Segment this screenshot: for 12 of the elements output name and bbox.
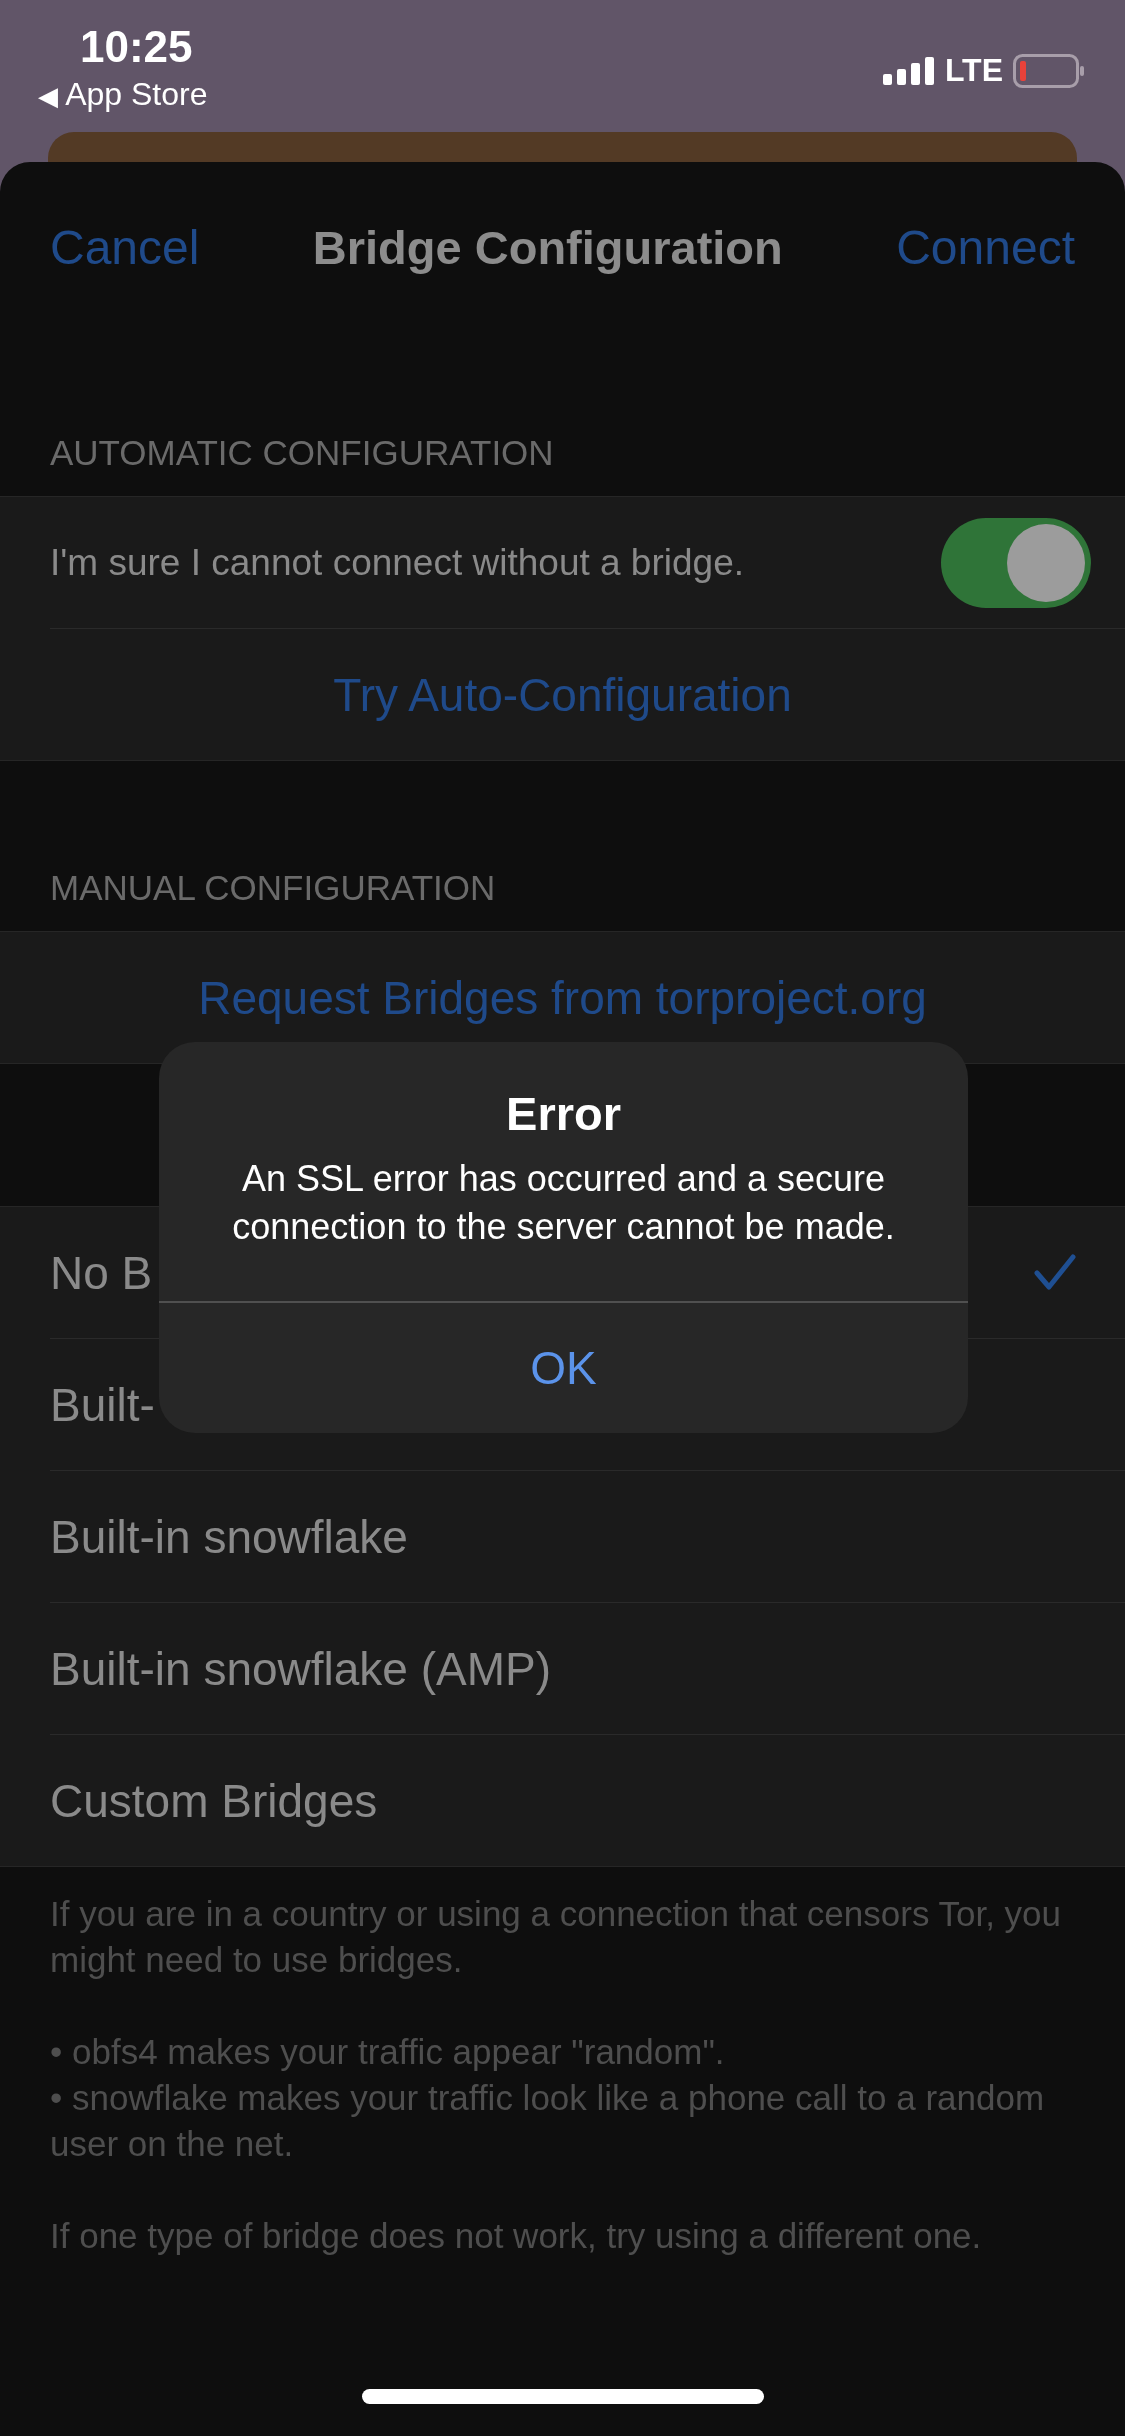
alert-title: Error — [506, 1086, 621, 1141]
section-header: MANUAL CONFIGURATION — [49, 871, 497, 909]
toggle-label: I'm sure I cannot connect without a bridge. — [50, 541, 744, 584]
footer-text: If one type of bridge does not work, try using a different one. — [50, 2215, 983, 2257]
network-label: LTE — [944, 52, 1003, 89]
footer-text: • obfs4 makes your traffic appear "random". — [50, 2031, 726, 2073]
footer-text: • snowflake makes your traffic look like a phone call to a random user on the net. — [50, 2077, 1046, 2165]
status-time: 10:25 — [80, 22, 193, 72]
section-header: AUTOMATIC CONFIGURATION — [49, 436, 555, 474]
nav-title: Bridge Configuration — [312, 219, 783, 275]
alert-message: An SSL error has occurred and a secure connection to the server cannot be made. — [231, 1157, 896, 1249]
footer-text: If you are in a country or using a connection that censors Tor, you might need to use bridges. — [50, 1893, 1063, 1981]
